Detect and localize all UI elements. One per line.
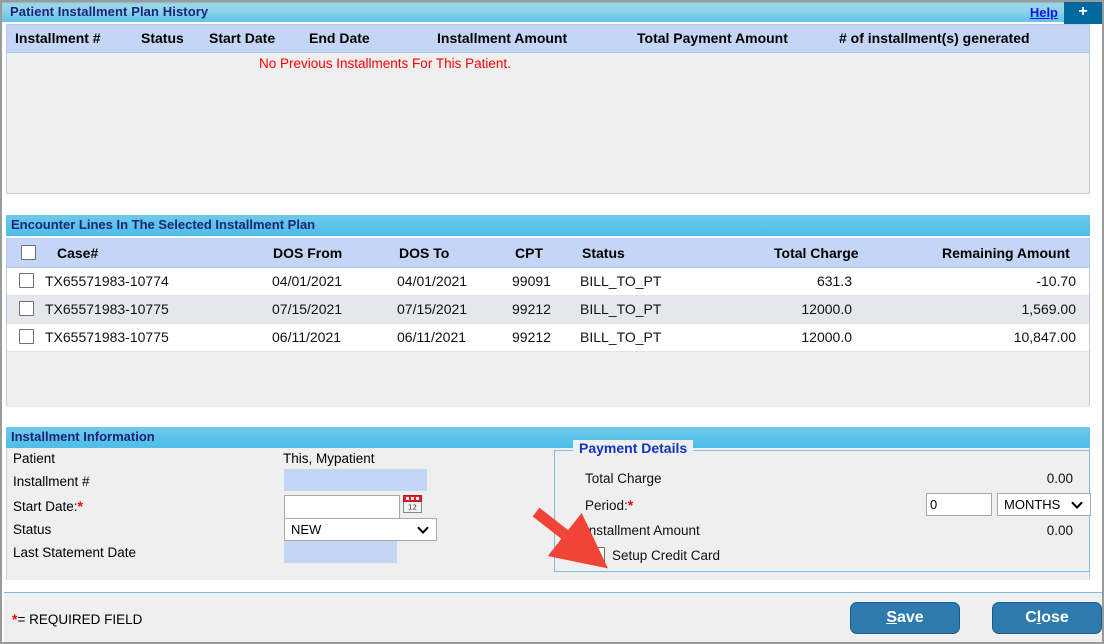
- installment-info-section-title: Installment Information: [11, 429, 155, 444]
- patient-value: This, Mypatient: [283, 451, 375, 466]
- period-label: Period:*: [585, 497, 634, 513]
- required-star: *: [77, 498, 83, 514]
- history-column-header: Total Payment Amount: [637, 30, 788, 46]
- table-row[interactable]: TX65571983-10775 07/15/2021 07/15/2021 9921…: [7, 296, 1089, 324]
- cell-dos-to: 07/15/2021: [397, 301, 468, 317]
- encounter-section-title: Encounter Lines In The Selected Installm…: [11, 217, 316, 232]
- status-select-value: NEW: [291, 522, 322, 537]
- history-column-header: End Date: [309, 30, 370, 46]
- cell-total-charge: 12000.0: [801, 329, 852, 345]
- encounter-column-header: Total Charge: [774, 245, 859, 261]
- installment-history-empty-row: No Previous Installments For This Patien…: [7, 53, 1089, 77]
- history-column-header: Status: [141, 30, 184, 46]
- window-title-bar: Patient Installment Plan History Help +: [2, 0, 1102, 24]
- installment-history-panel: Installment # Status Start Date End Date Ins…: [6, 24, 1090, 194]
- encounter-header-row: Case# DOS From DOS To CPT Status Total Charge…: [7, 239, 1089, 268]
- cell-dos-from: 04/01/2021: [272, 273, 343, 289]
- encounter-column-header: CPT: [515, 245, 543, 261]
- cell-dos-to: 04/01/2021: [397, 273, 468, 289]
- payment-details-legend: Payment Details: [573, 440, 694, 456]
- cell-remaining-amount: -10.70: [1036, 273, 1076, 289]
- start-date-label: Start Date:*: [13, 498, 83, 514]
- encounter-column-header: DOS To: [399, 245, 450, 261]
- encounter-column-header: DOS From: [273, 245, 343, 261]
- page-title: Patient Installment Plan History: [10, 4, 209, 19]
- cell-dos-to: 06/11/2021: [397, 329, 467, 345]
- setup-credit-card-label: Setup Credit Card: [612, 548, 721, 563]
- row-select-checkbox[interactable]: [19, 273, 34, 288]
- encounter-column-header: Remaining Amount: [942, 245, 1070, 261]
- svg-text:12: 12: [408, 504, 417, 512]
- installment-amount-value: 0.00: [1046, 523, 1073, 538]
- period-unit-select[interactable]: MONTHS: [997, 493, 1091, 516]
- encounter-section-header: Encounter Lines In The Selected Installm…: [6, 215, 1090, 236]
- cell-dos-from: 06/11/2021: [272, 329, 342, 345]
- installment-plan-dialog: Patient Installment Plan History Help + …: [0, 0, 1104, 644]
- history-column-header: Installment Amount: [437, 30, 568, 46]
- cell-cpt: 99091: [512, 273, 551, 289]
- chevron-down-icon: [417, 526, 429, 534]
- setup-credit-card-checkbox[interactable]: [588, 547, 605, 564]
- close-button[interactable]: Close: [992, 602, 1102, 634]
- dialog-footer: *= REQUIRED FIELD Save Close: [4, 592, 1102, 642]
- chevron-down-icon-period: [1071, 501, 1083, 509]
- encounter-column-header: Case#: [57, 245, 99, 261]
- installment-history-body: [7, 77, 1089, 192]
- cell-case-number: TX65571983-10775: [45, 301, 169, 317]
- cell-status: BILL_TO_PT: [580, 329, 662, 345]
- help-link[interactable]: Help: [1030, 5, 1058, 20]
- expand-plus-button[interactable]: +: [1064, 2, 1102, 24]
- required-star-period: *: [627, 497, 634, 513]
- installment-info-section-header: Installment Information: [6, 427, 1090, 448]
- patient-label: Patient: [13, 451, 56, 466]
- cell-status: BILL_TO_PT: [580, 273, 662, 289]
- cell-status: BILL_TO_PT: [580, 301, 662, 317]
- history-column-header: Installment #: [15, 30, 101, 46]
- history-column-header: Start Date: [209, 30, 276, 46]
- cell-case-number: TX65571983-10774: [45, 273, 169, 289]
- period-input[interactable]: [926, 493, 992, 516]
- cell-total-charge: 631.3: [816, 273, 852, 289]
- encounter-lines-panel: Case# DOS From DOS To CPT Status Total Charge…: [6, 238, 1090, 407]
- save-button[interactable]: Save: [850, 602, 960, 634]
- payment-details-fieldset: Payment Details Total Charge 0.00 Period…: [554, 440, 1091, 572]
- table-row[interactable]: TX65571983-10775 06/11/2021 06/11/2021 9921…: [7, 324, 1089, 352]
- no-installments-message: No Previous Installments For This Patien…: [259, 56, 511, 71]
- cell-remaining-amount: 1,569.00: [1021, 301, 1077, 317]
- cell-cpt: 99212: [512, 329, 551, 345]
- required-field-note: *= REQUIRED FIELD: [12, 611, 143, 627]
- row-select-checkbox[interactable]: [19, 329, 34, 344]
- last-statement-date-field: [284, 541, 397, 563]
- installment-history-header-row: Installment # Status Start Date End Date Ins…: [7, 25, 1089, 53]
- history-column-header: # of installment(s) generated: [839, 30, 1030, 46]
- last-statement-date-label: Last Statement Date: [13, 545, 137, 560]
- start-date-input[interactable]: [284, 495, 400, 519]
- cell-cpt: 99212: [512, 301, 551, 317]
- cell-dos-from: 07/15/2021: [272, 301, 343, 317]
- status-label: Status: [13, 522, 52, 537]
- encounter-rows-container: TX65571983-10774 04/01/2021 04/01/2021 9909…: [7, 268, 1089, 352]
- installment-number-field: [284, 469, 427, 491]
- period-unit-value: MONTHS: [1004, 497, 1061, 512]
- cell-total-charge: 12000.0: [801, 301, 852, 317]
- encounter-empty-space: [7, 352, 1089, 407]
- total-charge-label: Total Charge: [585, 471, 662, 486]
- status-select[interactable]: NEW: [284, 518, 437, 541]
- installment-number-label: Installment #: [13, 474, 90, 489]
- encounter-column-header: Status: [582, 245, 625, 261]
- installment-amount-label: Installment Amount: [585, 523, 700, 538]
- cell-remaining-amount: 10,847.00: [1013, 329, 1076, 345]
- calendar-icon[interactable]: 12: [403, 495, 422, 513]
- total-charge-value: 0.00: [1046, 471, 1073, 486]
- select-all-checkbox[interactable]: [21, 245, 36, 260]
- cell-case-number: TX65571983-10775: [45, 329, 169, 345]
- table-row[interactable]: TX65571983-10774 04/01/2021 04/01/2021 9909…: [7, 268, 1089, 296]
- row-select-checkbox[interactable]: [19, 301, 34, 316]
